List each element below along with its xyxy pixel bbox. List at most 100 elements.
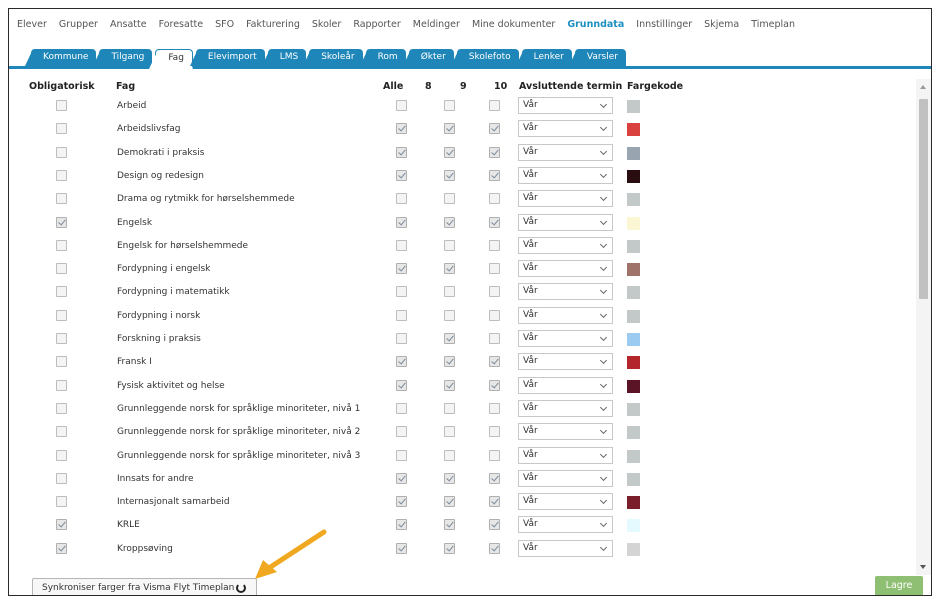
color-swatch[interactable] — [627, 309, 640, 323]
table-scrollbar[interactable] — [916, 79, 931, 575]
color-swatch[interactable] — [627, 542, 640, 556]
color-swatch[interactable] — [627, 449, 640, 463]
checkbox-g8[interactable] — [444, 519, 455, 531]
checkbox-obligatorisk[interactable] — [56, 216, 67, 228]
checkbox-alle[interactable] — [396, 356, 407, 368]
tab-varsler[interactable]: Varsler — [568, 49, 626, 66]
checkbox-obligatorisk[interactable] — [56, 542, 67, 554]
checkbox-g8[interactable] — [444, 402, 455, 414]
color-swatch[interactable] — [627, 193, 640, 207]
scrollbar-thumb[interactable] — [919, 99, 928, 299]
nav-item-elever[interactable]: Elever — [17, 19, 47, 30]
checkbox-alle[interactable] — [396, 100, 407, 111]
checkbox-g8[interactable] — [444, 496, 455, 508]
color-swatch[interactable] — [627, 356, 640, 370]
tab-tilgang[interactable]: Tilgang — [93, 49, 153, 66]
checkbox-alle[interactable] — [396, 263, 407, 275]
checkbox-g8[interactable] — [444, 123, 455, 135]
checkbox-g9[interactable] — [489, 472, 500, 484]
checkbox-obligatorisk[interactable] — [56, 169, 67, 181]
nav-item-fakturering[interactable]: Fakturering — [246, 19, 300, 30]
checkbox-obligatorisk[interactable] — [56, 239, 67, 251]
checkbox-alle[interactable] — [396, 146, 407, 158]
color-swatch[interactable] — [627, 379, 640, 393]
tab-lenker[interactable]: Lenker — [515, 49, 572, 66]
scroll-down-icon[interactable] — [920, 565, 926, 569]
checkbox-g8[interactable] — [444, 379, 455, 391]
checkbox-alle[interactable] — [396, 123, 407, 135]
termin-select[interactable]: Vår — [518, 190, 613, 208]
color-swatch[interactable] — [627, 169, 640, 183]
color-swatch[interactable] — [627, 426, 640, 440]
checkbox-alle[interactable] — [396, 519, 407, 531]
checkbox-g9[interactable] — [489, 263, 500, 275]
checkbox-alle[interactable] — [396, 286, 407, 298]
checkbox-obligatorisk[interactable] — [56, 309, 67, 321]
checkbox-alle[interactable] — [396, 169, 407, 181]
checkbox-obligatorisk[interactable] — [56, 146, 67, 158]
nav-item-meldinger[interactable]: Meldinger — [413, 19, 460, 30]
tab-kommune[interactable]: Kommune — [24, 49, 97, 66]
nav-item-grupper[interactable]: Grupper — [59, 19, 98, 30]
checkbox-obligatorisk[interactable] — [56, 519, 67, 531]
nav-item-rapporter[interactable]: Rapporter — [353, 19, 400, 30]
checkbox-obligatorisk[interactable] — [56, 286, 67, 298]
checkbox-g8[interactable] — [444, 542, 455, 554]
checkbox-obligatorisk[interactable] — [56, 426, 67, 438]
termin-select[interactable]: Vår — [518, 469, 613, 487]
checkbox-g9[interactable] — [489, 542, 500, 554]
termin-select[interactable]: Vår — [518, 539, 613, 557]
checkbox-g8[interactable] — [444, 169, 455, 181]
checkbox-alle[interactable] — [396, 309, 407, 321]
checkbox-g9[interactable] — [489, 519, 500, 531]
checkbox-alle[interactable] — [396, 449, 407, 461]
color-swatch[interactable] — [627, 146, 640, 160]
save-button[interactable]: Lagre — [875, 576, 923, 595]
checkbox-g8[interactable] — [444, 216, 455, 228]
checkbox-alle[interactable] — [396, 542, 407, 554]
checkbox-g9[interactable] — [489, 286, 500, 298]
termin-select[interactable]: Vår — [518, 446, 613, 464]
checkbox-obligatorisk[interactable] — [56, 100, 67, 111]
tab-lms[interactable]: LMS — [261, 49, 307, 66]
nav-item-skjema[interactable]: Skjema — [704, 19, 739, 30]
termin-select[interactable]: Vår — [518, 353, 613, 371]
checkbox-g8[interactable] — [444, 193, 455, 205]
checkbox-g8[interactable] — [444, 472, 455, 484]
checkbox-g8[interactable] — [444, 146, 455, 158]
color-swatch[interactable] — [627, 496, 640, 510]
scroll-up-icon[interactable] — [920, 85, 926, 89]
termin-select[interactable]: Vår — [518, 236, 613, 254]
color-swatch[interactable] — [627, 333, 640, 346]
checkbox-g9[interactable] — [489, 309, 500, 321]
checkbox-alle[interactable] — [396, 193, 407, 205]
termin-select[interactable]: Vår — [518, 306, 613, 324]
checkbox-g9[interactable] — [489, 356, 500, 368]
tab-skolefoto[interactable]: Skolefoto — [450, 49, 519, 66]
color-swatch[interactable] — [627, 239, 640, 253]
checkbox-obligatorisk[interactable] — [56, 449, 67, 461]
checkbox-g9[interactable] — [489, 123, 500, 135]
checkbox-g9[interactable] — [489, 402, 500, 414]
termin-select[interactable]: Vår — [518, 283, 613, 301]
color-swatch[interactable] — [627, 519, 640, 533]
checkbox-obligatorisk[interactable] — [56, 263, 67, 275]
termin-select[interactable]: Vår — [518, 516, 613, 534]
tab-økter[interactable]: Økter — [402, 49, 454, 66]
nav-item-innstillinger[interactable]: Innstillinger — [636, 19, 692, 30]
checkbox-g9[interactable] — [489, 169, 500, 181]
color-swatch[interactable] — [627, 472, 640, 486]
tab-fag[interactable]: Fag — [149, 49, 193, 69]
nav-item-mine-dokumenter[interactable]: Mine dokumenter — [472, 19, 555, 30]
color-swatch[interactable] — [627, 123, 640, 137]
checkbox-g8[interactable] — [444, 239, 455, 251]
checkbox-g8[interactable] — [444, 333, 455, 344]
nav-item-timeplan[interactable]: Timeplan — [751, 19, 795, 30]
checkbox-g9[interactable] — [489, 379, 500, 391]
termin-select[interactable]: Vår — [518, 330, 613, 347]
termin-select[interactable]: Vår — [518, 260, 613, 278]
checkbox-g8[interactable] — [444, 426, 455, 438]
color-swatch[interactable] — [627, 216, 640, 230]
color-swatch[interactable] — [627, 402, 640, 416]
tab-rom[interactable]: Rom — [359, 49, 406, 66]
